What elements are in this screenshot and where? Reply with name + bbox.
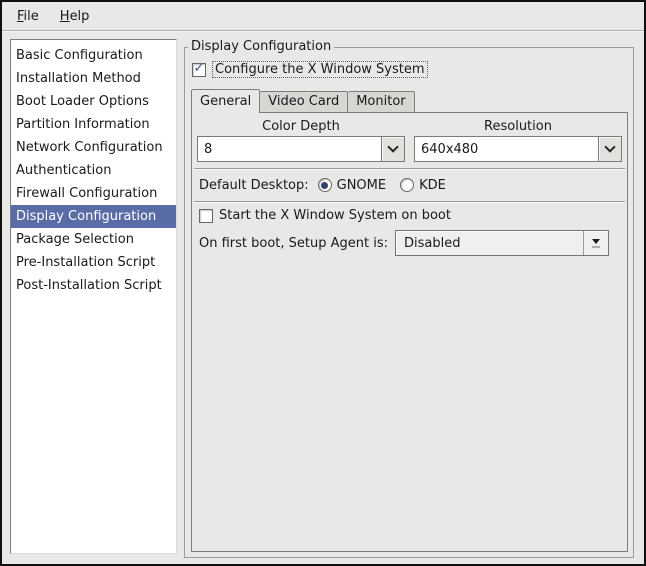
- sidebar-item-basic-configuration[interactable]: Basic Configuration: [11, 44, 176, 67]
- resolution-entry[interactable]: 640x480: [414, 136, 599, 162]
- sidebar-item-authentication[interactable]: Authentication: [11, 159, 176, 182]
- setup-agent-row: On first boot, Setup Agent is: Disabled: [199, 230, 610, 256]
- sidebar-item-network-configuration[interactable]: Network Configuration: [11, 136, 176, 159]
- kickstart-configurator-window: File Help Basic Configuration Installati…: [0, 0, 646, 566]
- resolution-label: Resolution: [484, 119, 552, 134]
- color-depth-dropdown-button[interactable]: [381, 136, 405, 162]
- menu-help-rest: elp: [69, 8, 90, 24]
- color-depth-combo: 8: [197, 136, 405, 162]
- sidebar-item-firewall-configuration[interactable]: Firewall Configuration: [11, 182, 176, 205]
- tab-video-card[interactable]: Video Card: [260, 91, 349, 112]
- separator: [194, 201, 625, 203]
- radio-gnome[interactable]: [317, 178, 332, 192]
- check-icon: ✓: [193, 61, 205, 76]
- setup-agent-value: Disabled: [404, 235, 461, 251]
- sidebar-item-pre-installation-script[interactable]: Pre-Installation Script: [11, 251, 176, 274]
- start-x-label: Start the X Window System on boot: [219, 208, 451, 223]
- chevron-down-icon: [604, 141, 616, 153]
- color-depth-label: Color Depth: [262, 119, 340, 134]
- setup-agent-label: On first boot, Setup Agent is:: [199, 235, 389, 251]
- menu-help-accel: H: [59, 8, 70, 24]
- default-desktop-label: Default Desktop:: [199, 177, 309, 193]
- radio-kde[interactable]: [400, 178, 415, 192]
- tab-monitor[interactable]: Monitor: [348, 91, 415, 112]
- menu-file-rest: ile: [23, 8, 39, 24]
- sidebar-item-partition-information[interactable]: Partition Information: [11, 113, 176, 136]
- dropdown-arrow-icon: [592, 238, 601, 244]
- color-depth-entry[interactable]: 8: [197, 136, 382, 162]
- sidebar-item-package-selection[interactable]: Package Selection: [11, 228, 176, 251]
- sidebar-item-post-installation-script[interactable]: Post-Installation Script: [11, 274, 176, 297]
- frame-title: Display Configuration: [188, 39, 335, 54]
- sidebar-item-boot-loader-options[interactable]: Boot Loader Options: [11, 90, 176, 113]
- resolution-combo: 640x480: [414, 136, 622, 162]
- separator: [194, 168, 625, 170]
- dropdown-dash-icon: [592, 245, 601, 248]
- chevron-down-icon: [387, 141, 399, 153]
- general-tab-page: Color Depth Resolution 8 640x480 Default…: [191, 112, 628, 552]
- resolution-dropdown-button[interactable]: [598, 136, 622, 162]
- default-desktop-row: Default Desktop: GNOME KDE: [199, 174, 460, 196]
- menu-file[interactable]: File: [14, 7, 42, 26]
- combo-headers: Color Depth Resolution: [197, 119, 622, 134]
- dropdown-arrow-zone: [583, 231, 608, 255]
- start-x-checkbox[interactable]: [199, 208, 213, 223]
- display-configuration-frame: Display Configuration ✓ Configure the X …: [184, 39, 634, 558]
- start-x-checkbox-row: Start the X Window System on boot: [199, 208, 451, 223]
- kde-label: KDE: [419, 177, 446, 193]
- combo-row: 8 640x480: [197, 136, 622, 162]
- setup-agent-dropdown[interactable]: Disabled: [395, 230, 610, 256]
- configure-x-checkbox[interactable]: ✓: [192, 61, 206, 77]
- radio-dot-icon: [321, 181, 329, 189]
- tab-general[interactable]: General: [191, 89, 261, 113]
- menu-bar: File Help: [2, 2, 644, 31]
- sidebar-item-display-configuration[interactable]: Display Configuration: [11, 205, 176, 228]
- tab-strip: General Video Card Monitor: [191, 88, 415, 113]
- sidebar-item-installation-method[interactable]: Installation Method: [11, 67, 176, 90]
- configure-x-checkbox-row: ✓ Configure the X Window System: [192, 61, 428, 78]
- section-list: Basic Configuration Installation Method …: [10, 39, 177, 554]
- configure-x-label: Configure the X Window System: [212, 61, 428, 78]
- menu-help[interactable]: Help: [57, 7, 93, 26]
- gnome-label: GNOME: [336, 177, 387, 193]
